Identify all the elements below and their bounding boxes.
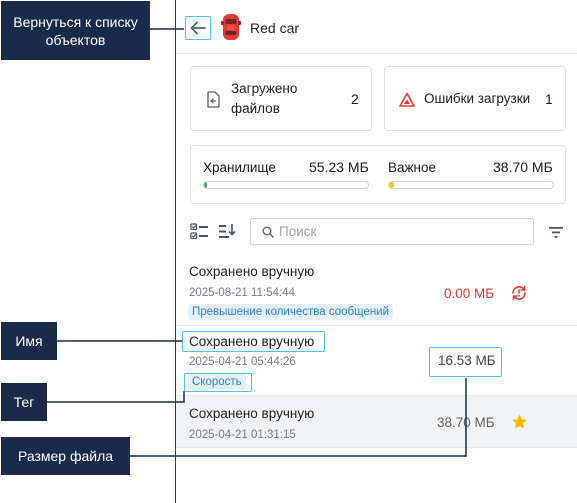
callout-back: Вернуться к списку объектов xyxy=(1,1,150,60)
tag-highlight xyxy=(184,373,252,392)
size-highlight xyxy=(429,347,502,377)
callout-tag: Тег xyxy=(1,383,47,421)
callout-name: Имя xyxy=(1,322,57,360)
callout-connectors xyxy=(47,28,467,457)
name-highlight xyxy=(182,331,325,352)
callout-size: Размер файла xyxy=(1,437,130,475)
